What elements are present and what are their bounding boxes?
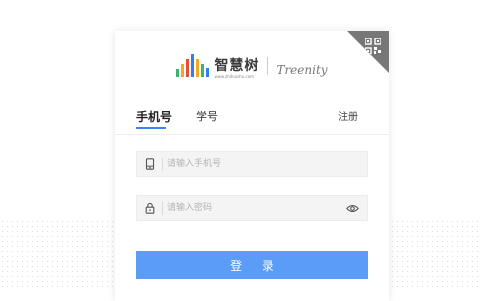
- logo-url: www.zhihuishu.com: [214, 74, 255, 79]
- phone-input[interactable]: [167, 155, 337, 173]
- tab-phone[interactable]: 手机号: [136, 108, 172, 125]
- partner-logo: Treenity: [276, 63, 328, 77]
- password-input[interactable]: [167, 199, 337, 217]
- logo-bars-icon: [176, 54, 210, 77]
- field-separator: [162, 202, 163, 215]
- logo: 智慧树 www.zhihuishu.com Treenity: [115, 49, 389, 79]
- tab-student-id[interactable]: 学号: [196, 108, 218, 124]
- field-separator: [162, 158, 163, 171]
- eye-icon[interactable]: [346, 203, 359, 214]
- lock-icon: [145, 202, 155, 214]
- register-link[interactable]: 注册: [338, 108, 358, 123]
- login-card: 智慧树 www.zhihuishu.com Treenity 手机号 学号 注册: [115, 31, 389, 301]
- logo-divider: [267, 57, 269, 75]
- logo-name: 智慧树: [214, 58, 260, 74]
- phone-field: [136, 151, 368, 177]
- password-field: [136, 195, 368, 221]
- phone-icon: [145, 158, 155, 170]
- login-tabs: 手机号 学号 注册: [115, 108, 389, 135]
- login-button[interactable]: 登 录: [136, 251, 368, 279]
- active-tab-indicator: [136, 127, 166, 129]
